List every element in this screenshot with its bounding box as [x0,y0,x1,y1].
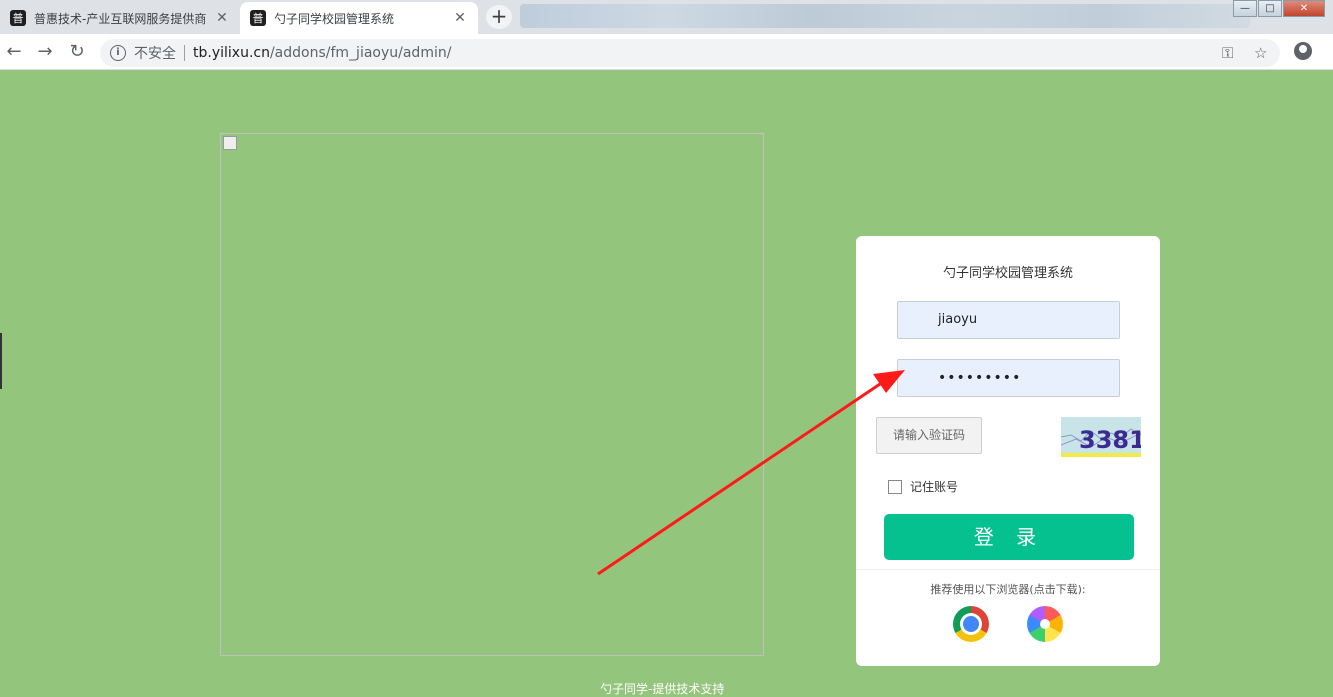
remember-label: 记住账号 [910,480,959,494]
username-input[interactable]: jiaoyu [897,301,1120,339]
chrome-icon[interactable] [953,606,989,642]
login-button[interactable]: 登 录 [884,514,1134,560]
minimize-button[interactable]: — [1233,0,1257,17]
tab-strip: 普 普惠技术-产业互联网服务提供商 ✕ 普 勺子同学校园管理系统 ✕ + — □… [0,0,1333,34]
footer-credit: 勺子同学-提供技术支持 [600,682,725,696]
captcha-text: 3381 [1079,426,1141,454]
login-card: 勺子同学校园管理系统 jiaoyu ••••••••• 请输入验证码 3381 … [856,236,1160,666]
tab-puhui[interactable]: 普 普惠技术-产业互联网服务提供商 ✕ [0,2,240,34]
tab-title: 普惠技术-产业互联网服务提供商 [34,11,207,26]
browser-recommendation: 推荐使用以下浏览器(点击下载): [930,583,1086,596]
captcha-image[interactable]: 3381 [1061,417,1141,457]
profile-icon[interactable] [1294,42,1312,60]
remember-checkbox[interactable] [888,479,902,494]
key-icon[interactable]: ⚿ [1222,39,1233,67]
tab-shaozi[interactable]: 普 勺子同学校园管理系统 ✕ [240,2,478,34]
remember-account[interactable]: 记住账号 [888,478,958,495]
tab-favicon-icon: 普 [10,10,26,26]
banner-image-placeholder [220,133,764,656]
back-arrow-icon[interactable]: ← [4,42,24,62]
forward-arrow-icon[interactable]: → [35,42,55,62]
left-edge-marker [0,333,2,389]
bookmark-star-icon[interactable]: ☆ [1254,39,1267,67]
url-host: tb.yilixu.cn [193,45,270,61]
broken-image-icon [223,136,237,150]
reload-icon[interactable]: ↻ [67,42,87,62]
address-bar[interactable]: i 不安全 tb.yilixu.cn/addons/fm_jiaoyu/admi… [100,39,1280,67]
login-title: 勺子同学校园管理系统 [942,266,1073,281]
close-window-button[interactable]: ✕ [1283,0,1325,17]
captcha-input[interactable]: 请输入验证码 [876,417,982,454]
tab-close-icon[interactable]: ✕ [452,10,468,26]
card-divider [856,569,1160,570]
browser-toolbar: ← → ↻ i 不安全 tb.yilixu.cn/addons/fm_jiaoy… [0,34,1333,70]
maximize-button[interactable]: □ [1258,0,1282,17]
tab-title: 勺子同学校园管理系统 [274,11,395,26]
password-input[interactable]: ••••••••• [897,359,1120,397]
blurred-tabs [520,4,1250,28]
tab-favicon-icon: 普 [250,10,266,26]
security-label: 不安全 [134,46,176,62]
window-controls: — □ ✕ [1232,0,1325,17]
tab-close-icon[interactable]: ✕ [214,10,230,26]
omnibox-divider [184,45,185,61]
pinwheel-browser-icon[interactable] [1027,606,1063,642]
new-tab-button[interactable]: + [486,5,512,29]
info-icon[interactable]: i [110,45,126,61]
url-path: /addons/fm_jiaoyu/admin/ [269,45,452,61]
